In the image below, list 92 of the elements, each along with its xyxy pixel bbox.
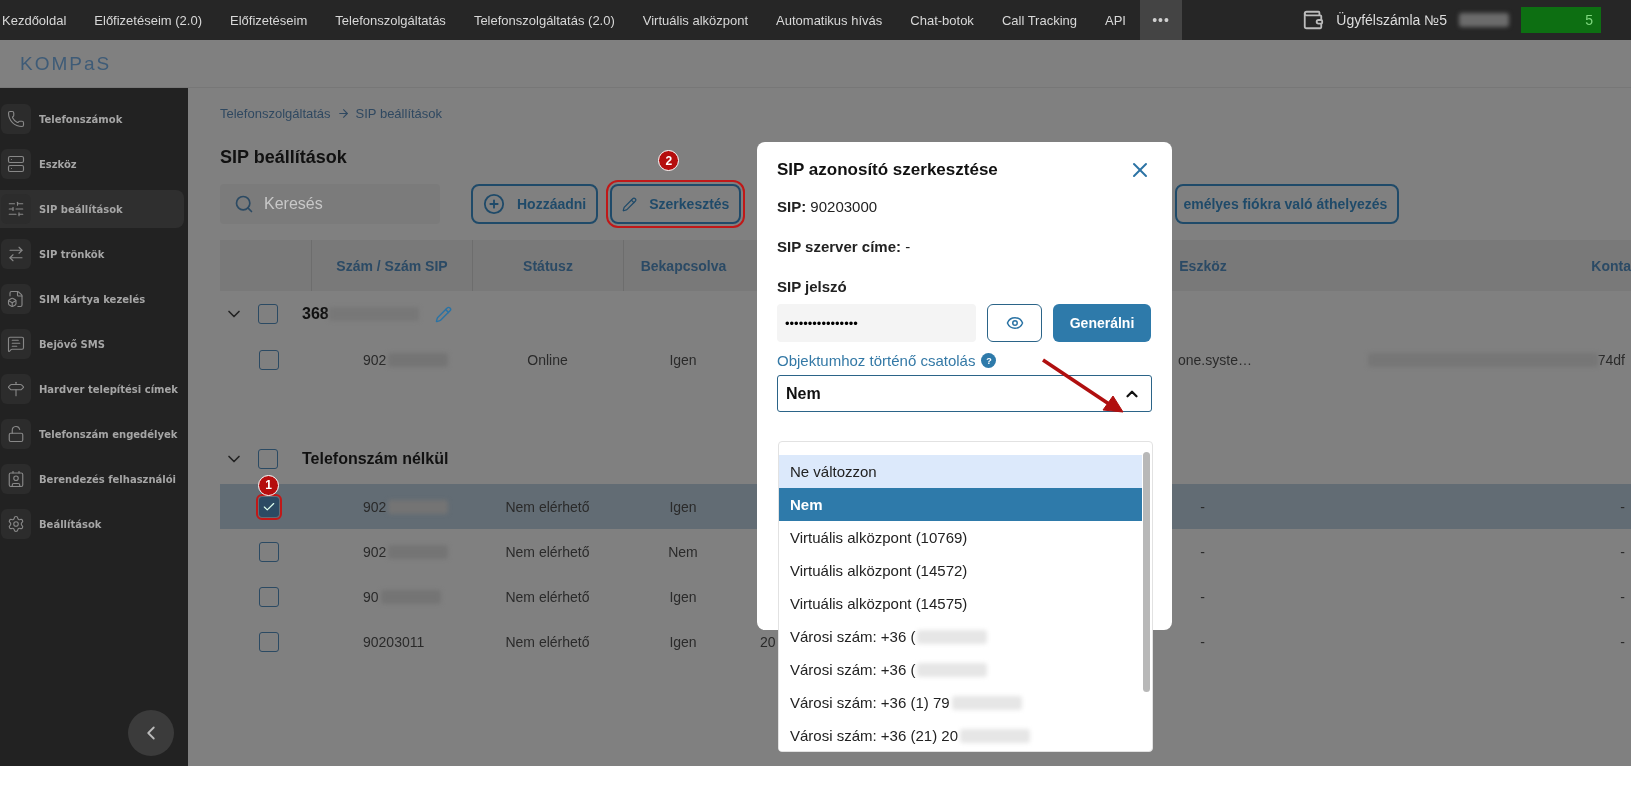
group-checkbox[interactable] (258, 449, 278, 469)
sidebar-item[interactable]: Eszköz (0, 145, 184, 183)
table-cell: Nem elérhető (505, 588, 590, 605)
table-cell: Igen (669, 498, 697, 515)
nav-link[interactable]: Automatikus hívás (762, 12, 897, 28)
nav-link[interactable]: Telefonszolgáltatás (2.0) (459, 12, 629, 28)
account-label: Ügyfélszámla №5 (1336, 12, 1447, 28)
password-label: SIP jelszó (777, 278, 847, 295)
column-header: Eszköz (1179, 257, 1227, 274)
table-cell: Nem (668, 543, 698, 560)
table-cell: - (1620, 588, 1625, 605)
wallet-icon[interactable] (1302, 9, 1325, 31)
search-icon (234, 194, 254, 214)
table-cell: Nem elérhető (505, 498, 590, 515)
show-password-button[interactable] (987, 304, 1042, 342)
row-checkbox[interactable] (259, 349, 279, 370)
dropdown-option[interactable]: Nem (779, 488, 1142, 521)
sidebar-item[interactable]: SIP beállítások (0, 190, 184, 228)
nav-link[interactable]: Chat-botok (896, 12, 988, 28)
table-cell: Nem elérhető (505, 633, 590, 650)
redaction (960, 728, 1030, 743)
sidebar-item[interactable]: Hardver telepítési címek (0, 370, 184, 408)
table-cell: Nem elérhető (505, 543, 590, 560)
nav-link[interactable]: Telefonszolgáltatás (321, 12, 460, 28)
table-cell: Igen (669, 588, 697, 605)
table-cell: 74df (1597, 351, 1625, 368)
nav-link[interactable]: Kezdőoldal (0, 12, 81, 28)
table-cell: - (1200, 543, 1205, 560)
sidebar-item[interactable]: SIM kártya kezelés (0, 280, 184, 318)
group-checkbox[interactable] (258, 304, 278, 324)
table-cell: - (1200, 588, 1205, 605)
table-cell: 20 (760, 633, 776, 650)
server-line: SIP szerver címe: - (777, 238, 911, 255)
plus-circle-icon (483, 193, 505, 215)
password-field[interactable]: •••••••••••••••• (777, 304, 976, 342)
table-cell: - (1200, 633, 1205, 650)
search-field[interactable]: Keresés (220, 184, 440, 224)
generate-button[interactable]: Generálni (1053, 304, 1151, 342)
table-cell: 90 (363, 588, 379, 605)
link-label[interactable]: Objektumhoz történő csatolás (777, 352, 976, 369)
row-checkbox[interactable] (259, 586, 279, 607)
sidebar-item[interactable]: SIP trönkök (0, 235, 184, 273)
nav-link[interactable]: Virtuális alközpont (628, 12, 763, 28)
sidebar-item[interactable]: Telefonszámok (0, 100, 184, 138)
table-cell: one.syste… (1178, 351, 1252, 368)
row-checkbox[interactable] (259, 631, 279, 652)
column-header: Szám / Szám SIP (336, 257, 448, 274)
step-badge: 2 (658, 150, 680, 171)
redaction (917, 629, 988, 644)
redaction (1459, 13, 1509, 27)
table-cell: Igen (669, 633, 697, 650)
eye-icon (1005, 314, 1024, 332)
object-select[interactable]: Nem (777, 375, 1152, 412)
column-header: Konta (1591, 257, 1631, 274)
row-checkbox[interactable] (259, 496, 279, 517)
collapse-button[interactable] (128, 710, 174, 756)
table-cell: - (1620, 498, 1625, 515)
column-header: Státusz (523, 257, 573, 274)
table-cell: - (1620, 543, 1625, 560)
dropdown-option[interactable]: Ne változzon (779, 455, 1142, 488)
help-badge[interactable]: ? (981, 353, 997, 368)
sidebar-item[interactable]: Telefonszám engedélyek (0, 415, 184, 453)
sidebar-item[interactable]: Beállítások (0, 505, 184, 543)
table-cell: - (1620, 633, 1625, 650)
nav-link[interactable]: Call Tracking (987, 12, 1091, 28)
sidebar-item[interactable]: Bejövő SMS (0, 325, 184, 363)
arrow-icon (336, 107, 350, 120)
table-cell: Online (527, 351, 568, 368)
column-header: Bekapcsolva (640, 257, 727, 274)
redaction (917, 662, 988, 677)
redaction (951, 695, 1022, 710)
nav-link[interactable]: Előfizetéseim (2.0) (80, 12, 216, 28)
table-cell: - (1200, 498, 1205, 515)
nav-link[interactable]: API (1091, 12, 1140, 28)
group-title: 368 (302, 305, 329, 323)
pencil-icon[interactable] (434, 305, 452, 323)
pencil-icon (622, 196, 638, 212)
table-cell: 902 (363, 543, 387, 560)
row-checkbox[interactable] (259, 541, 279, 562)
table-cell: 902 (363, 351, 387, 368)
nav-link[interactable]: Előfizetéseim (216, 12, 322, 28)
page-title: SIP beállítások (220, 147, 347, 168)
group-title: Telefonszám nélkül (302, 450, 449, 468)
more-button[interactable]: ••• (1140, 0, 1182, 40)
table-cell: 90203011 (363, 633, 425, 650)
balance-badge: 5 (1521, 7, 1601, 33)
table-cell: 902 (363, 498, 387, 515)
sidebar-item[interactable]: Berendezés felhasználói (0, 460, 184, 498)
dialog-title: SIP azonosító szerkesztése (777, 160, 998, 180)
step-badge: 1 (258, 474, 279, 496)
sip-line: SIP: 90203000 (777, 198, 878, 215)
table-cell: Igen (669, 351, 697, 368)
